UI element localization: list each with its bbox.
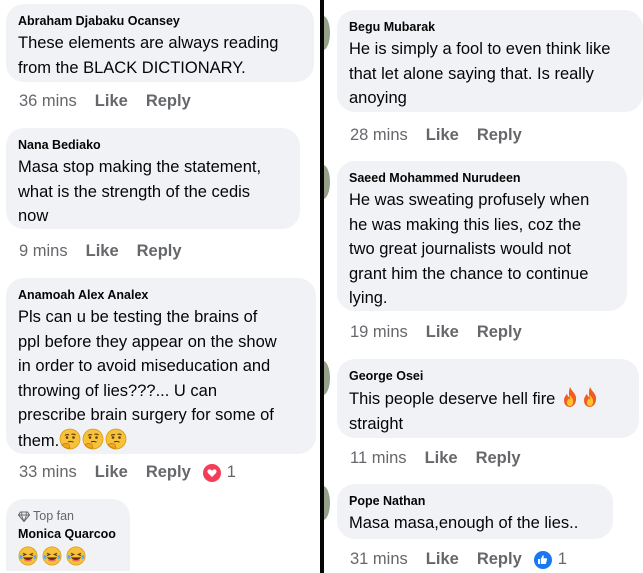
comment-actions: 11 mins Like Reply: [350, 449, 539, 468]
comment-text: Pls can u be testing the brains of ppl b…: [18, 308, 277, 450]
reply-button[interactable]: Reply: [146, 463, 191, 482]
reply-button[interactable]: Reply: [477, 323, 522, 342]
comment-bubble[interactable]: Anamoah Alex Analex Pls can u be testing…: [6, 278, 316, 454]
comment-text: These elements are always reading from t…: [18, 34, 279, 77]
comment-text: Masa masa,enough of the lies..: [349, 514, 579, 532]
reaction-summary[interactable]: 1: [202, 463, 236, 482]
comment-timestamp[interactable]: 28 mins: [350, 126, 408, 145]
avatar[interactable]: [324, 165, 330, 199]
like-button[interactable]: Like: [95, 463, 128, 482]
reply-button[interactable]: Reply: [476, 449, 521, 468]
comment-bubble[interactable]: Top fan Monica Quarcoo: [6, 499, 130, 571]
comment-bubble[interactable]: Pope Nathan Masa masa,enough of the lies…: [337, 484, 613, 539]
comment-actions: 28 mins Like Reply: [350, 126, 540, 145]
reply-button[interactable]: Reply: [137, 242, 182, 261]
comment-text: This people deserve hell fire straight: [349, 386, 627, 436]
comment-bubble[interactable]: Abraham Djabaku Ocansey These elements a…: [6, 4, 314, 82]
comment-bubble[interactable]: Nana Bediako Masa stop making the statem…: [6, 128, 300, 229]
avatar[interactable]: [324, 16, 330, 50]
avatar[interactable]: [324, 486, 330, 520]
top-fan-badge: Top fan: [18, 508, 118, 524]
comment-author[interactable]: Nana Bediako: [18, 137, 288, 153]
avatar[interactable]: [324, 361, 330, 395]
reply-button[interactable]: Reply: [146, 92, 191, 111]
like-button[interactable]: Like: [425, 449, 458, 468]
comment-author[interactable]: Anamoah Alex Analex: [18, 287, 304, 303]
comment-actions: 9 mins Like Reply: [19, 242, 200, 261]
thinking-face-icon: [105, 427, 127, 450]
comment-actions: 33 mins Like Reply 1: [19, 463, 236, 482]
comment-timestamp[interactable]: 19 mins: [350, 323, 408, 342]
comment-author[interactable]: George Osei: [349, 368, 627, 384]
like-button[interactable]: Like: [426, 126, 459, 145]
comment-author[interactable]: Monica Quarcoo: [18, 526, 118, 542]
comment-actions: 19 mins Like Reply: [350, 323, 540, 342]
laughing-face-icon: [18, 546, 38, 566]
like-button[interactable]: Like: [86, 242, 119, 261]
thinking-face-icon: [59, 427, 81, 450]
comment-timestamp[interactable]: 31 mins: [350, 550, 408, 569]
reply-button[interactable]: Reply: [477, 550, 522, 569]
comment-text: [18, 546, 118, 566]
reply-button[interactable]: Reply: [477, 126, 522, 145]
comment-text: He is simply a fool to even think like t…: [349, 40, 611, 107]
thumbs-up-reaction-icon: [533, 550, 552, 569]
fire-icon: [583, 387, 597, 407]
reaction-count: 1: [226, 463, 236, 481]
fire-icon: [563, 387, 577, 407]
comments-column-right: Begu Mubarak He is simply a fool to even…: [324, 0, 643, 573]
comment-bubble[interactable]: George Osei This people deserve hell fir…: [337, 359, 639, 438]
comment-timestamp[interactable]: 36 mins: [19, 92, 77, 111]
diamond-icon: [18, 510, 30, 522]
comments-column-left: Abraham Djabaku Ocansey These elements a…: [0, 0, 320, 573]
comment-timestamp[interactable]: 33 mins: [19, 463, 77, 482]
thinking-face-icon: [82, 427, 104, 450]
comment-author[interactable]: Saeed Mohammed Nurudeen: [349, 170, 615, 186]
comment-author[interactable]: Pope Nathan: [349, 493, 601, 509]
comment-author[interactable]: Begu Mubarak: [349, 19, 631, 35]
laughing-face-icon: [66, 546, 86, 566]
comment-text: He was sweating profusely when he was ma…: [349, 191, 590, 307]
comment-author[interactable]: Abraham Djabaku Ocansey: [18, 13, 302, 29]
reaction-count: 1: [557, 550, 567, 568]
like-button[interactable]: Like: [95, 92, 128, 111]
comment-bubble[interactable]: Begu Mubarak He is simply a fool to even…: [337, 10, 643, 112]
comment-timestamp[interactable]: 9 mins: [19, 242, 68, 261]
comment-timestamp[interactable]: 11 mins: [350, 449, 407, 468]
comment-actions: 31 mins Like Reply 1: [350, 550, 567, 569]
laughing-face-icon: [42, 546, 62, 566]
comment-text: Masa stop making the statement, what is …: [18, 158, 262, 225]
heart-reaction-icon: [202, 463, 221, 482]
comment-bubble[interactable]: Saeed Mohammed Nurudeen He was sweating …: [337, 161, 627, 311]
reaction-summary[interactable]: 1: [533, 550, 567, 569]
comment-actions: 36 mins Like Reply: [19, 92, 209, 111]
like-button[interactable]: Like: [426, 323, 459, 342]
like-button[interactable]: Like: [426, 550, 459, 569]
